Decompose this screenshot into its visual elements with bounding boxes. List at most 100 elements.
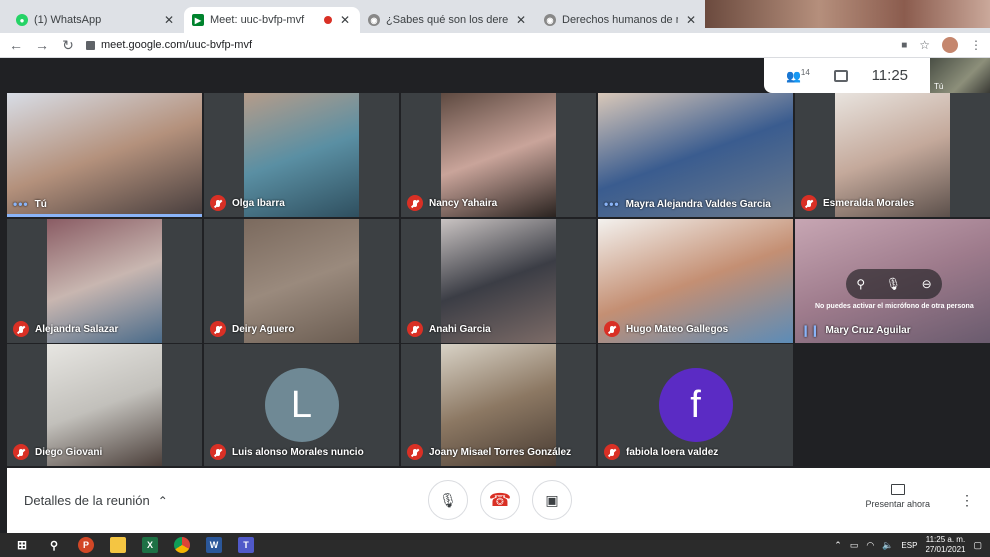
close-tab-icon[interactable]: ✕ bbox=[338, 13, 352, 27]
speaking-icon: ❙❙ bbox=[801, 325, 820, 337]
taskbar-date: 27/01/2021 bbox=[925, 545, 966, 554]
mic-muted-icon bbox=[407, 321, 423, 337]
meeting-clock: 11:25 bbox=[871, 67, 909, 84]
meet-grid: ••• Tú Olga Ibarra Nancy Yahaira ••• Mayra Al… bbox=[7, 58, 990, 468]
close-tab-icon[interactable]: ✕ bbox=[684, 13, 698, 27]
search-icon[interactable]: ⚲ bbox=[46, 537, 62, 553]
chrome-icon[interactable] bbox=[174, 537, 190, 553]
close-tab-icon[interactable]: ✕ bbox=[514, 13, 528, 27]
taskbar-time: 11:25 a. m. bbox=[925, 535, 966, 544]
windows-taskbar: ⊞ ⚲ P X W T ⌃ ▭ ◠ 🔈 ESP 11:25 a. m. 27/0… bbox=[0, 533, 990, 557]
present-now-button[interactable]: Presentar ahora bbox=[865, 484, 930, 509]
mic-muted-icon bbox=[407, 444, 423, 460]
participant-label: Luis alonso Morales nuncio bbox=[210, 444, 364, 460]
excel-icon[interactable]: X bbox=[142, 537, 158, 553]
battery-icon[interactable]: ▭ bbox=[850, 540, 859, 551]
participant-avatar: L bbox=[264, 368, 339, 442]
present-label: Presentar ahora bbox=[865, 499, 930, 509]
mic-button[interactable]: 🎙 bbox=[428, 480, 468, 520]
chat-icon[interactable] bbox=[833, 69, 848, 82]
participant-name: Luis alonso Morales nuncio bbox=[232, 446, 364, 458]
back-arrow-icon[interactable]: ← bbox=[8, 37, 24, 53]
participant-name: Alejandra Salazar bbox=[35, 323, 119, 335]
participant-label: Alejandra Salazar bbox=[13, 321, 118, 337]
globe-icon: ◉ bbox=[368, 14, 380, 26]
participant-tile[interactable]: Hugo Mateo Gallegos bbox=[598, 219, 793, 343]
lock-icon bbox=[86, 40, 95, 50]
chevron-up-icon[interactable]: ⌃ bbox=[834, 540, 842, 551]
participant-name: Mary Cruz Aguilar bbox=[825, 325, 911, 336]
taskbar-clock[interactable]: 11:25 a. m. 27/01/2021 bbox=[925, 535, 965, 555]
toolbar-icons: ■ ☆ ⋮ bbox=[901, 37, 982, 53]
participant-tile[interactable]: ••• Tú bbox=[7, 93, 202, 217]
more-options-icon[interactable]: ⋮ bbox=[960, 492, 974, 509]
pin-icon[interactable]: ⚲ bbox=[856, 277, 865, 291]
dots-menu-icon: ••• bbox=[604, 197, 620, 211]
windows-start-icon[interactable]: ⊞ bbox=[14, 537, 30, 553]
tab-title: ¿Sabes qué son los derechos de bbox=[386, 14, 508, 26]
background-photo bbox=[705, 0, 990, 28]
close-tab-icon[interactable]: ✕ bbox=[162, 13, 176, 27]
bookmark-star-icon[interactable]: ☆ bbox=[919, 38, 930, 52]
url-field[interactable]: meet.google.com/uuc-bvfp-mvf bbox=[86, 39, 891, 51]
participant-tile[interactable]: Nancy Yahaira bbox=[401, 93, 596, 217]
participant-name: Deiry Aguero bbox=[232, 323, 295, 335]
powerpoint-icon[interactable]: P bbox=[78, 537, 94, 553]
tile-hover-controls: ⚲ 🎙 ⊖ bbox=[846, 269, 942, 299]
participant-tile[interactable]: Anahi Garcia bbox=[401, 219, 596, 343]
participant-tile[interactable]: Deiry Aguero bbox=[204, 219, 399, 343]
camera-icon[interactable]: ■ bbox=[901, 40, 907, 51]
remove-icon[interactable]: ⊖ bbox=[922, 277, 932, 291]
participant-tile[interactable]: ••• Mayra Alejandra Valdes Garcia bbox=[598, 93, 793, 217]
word-icon[interactable]: W bbox=[206, 537, 222, 553]
menu-kebab-icon[interactable]: ⋮ bbox=[970, 38, 982, 52]
participant-label: Esmeralda Morales bbox=[801, 195, 914, 211]
teams-icon[interactable]: T bbox=[238, 537, 254, 553]
participant-tile[interactable]: f fabiola loera valdez bbox=[598, 344, 793, 466]
tab-title: Derechos humanos de niñas y ni bbox=[562, 14, 678, 26]
participant-label: Deiry Aguero bbox=[210, 321, 294, 337]
hang-up-button[interactable]: ☎ bbox=[480, 480, 520, 520]
mic-muted-icon bbox=[210, 444, 226, 460]
self-view-thumbnail[interactable]: Tú bbox=[930, 58, 990, 93]
tab-derechos-1[interactable]: ◉ ¿Sabes qué son los derechos de ✕ bbox=[360, 7, 536, 33]
participant-tile[interactable]: L Luis alonso Morales nuncio bbox=[204, 344, 399, 466]
people-icon: 👥 bbox=[785, 69, 801, 83]
wifi-icon[interactable]: ◠ bbox=[866, 540, 874, 551]
participant-name: Tú bbox=[34, 198, 47, 210]
participant-label: fabiola loera valdez bbox=[604, 444, 718, 460]
volume-icon[interactable]: 🔈 bbox=[882, 540, 893, 551]
profile-avatar[interactable] bbox=[942, 37, 958, 53]
tab-derechos-2[interactable]: ◉ Derechos humanos de niñas y ni ✕ bbox=[536, 7, 706, 33]
participant-tile[interactable]: Diego Giovani bbox=[7, 344, 202, 466]
participant-tile[interactable]: ❙❙ Mary Cruz Aguilar ⚲ 🎙 ⊖ No puedes activar … bbox=[795, 219, 990, 343]
participant-tile[interactable]: Joany Misael Torres González bbox=[401, 344, 596, 466]
reload-icon[interactable]: ↻ bbox=[60, 37, 76, 54]
participant-tile[interactable]: Olga Ibarra bbox=[204, 93, 399, 217]
tab-title: (1) WhatsApp bbox=[34, 14, 102, 26]
participant-name: Diego Giovani bbox=[35, 446, 103, 458]
details-label: Detalles de la reunión bbox=[24, 493, 150, 508]
meeting-details-button[interactable]: Detalles de la reunión ⌃ bbox=[24, 493, 168, 508]
forward-arrow-icon[interactable]: → bbox=[34, 37, 50, 53]
participant-label: Anahi Garcia bbox=[407, 321, 491, 337]
participant-label: Nancy Yahaira bbox=[407, 195, 497, 211]
notifications-icon[interactable]: ▢ bbox=[973, 540, 982, 551]
participant-label: Hugo Mateo Gallegos bbox=[604, 321, 728, 337]
microphone-icon[interactable]: 🎙 bbox=[886, 277, 901, 291]
tab-whatsapp[interactable]: ● (1) WhatsApp ✕ bbox=[8, 7, 184, 33]
participant-tile[interactable]: Esmeralda Morales bbox=[795, 93, 990, 217]
mic-muted-icon bbox=[210, 321, 226, 337]
globe-icon: ◉ bbox=[544, 14, 556, 26]
file-explorer-icon[interactable] bbox=[110, 537, 126, 553]
participant-tile[interactable]: Alejandra Salazar bbox=[7, 219, 202, 343]
mic-muted-icon bbox=[210, 195, 226, 211]
language-indicator[interactable]: ESP bbox=[901, 541, 917, 550]
dots-menu-icon: ••• bbox=[13, 197, 29, 211]
camera-button[interactable]: ▣ bbox=[532, 480, 572, 520]
present-screen-icon bbox=[890, 484, 905, 495]
recording-icon bbox=[324, 16, 332, 24]
tab-meet[interactable]: ▶ Meet: uuc-bvfp-mvf ✕ bbox=[184, 7, 360, 33]
people-button[interactable]: 👥14 bbox=[786, 68, 810, 83]
mic-muted-icon bbox=[801, 195, 817, 211]
